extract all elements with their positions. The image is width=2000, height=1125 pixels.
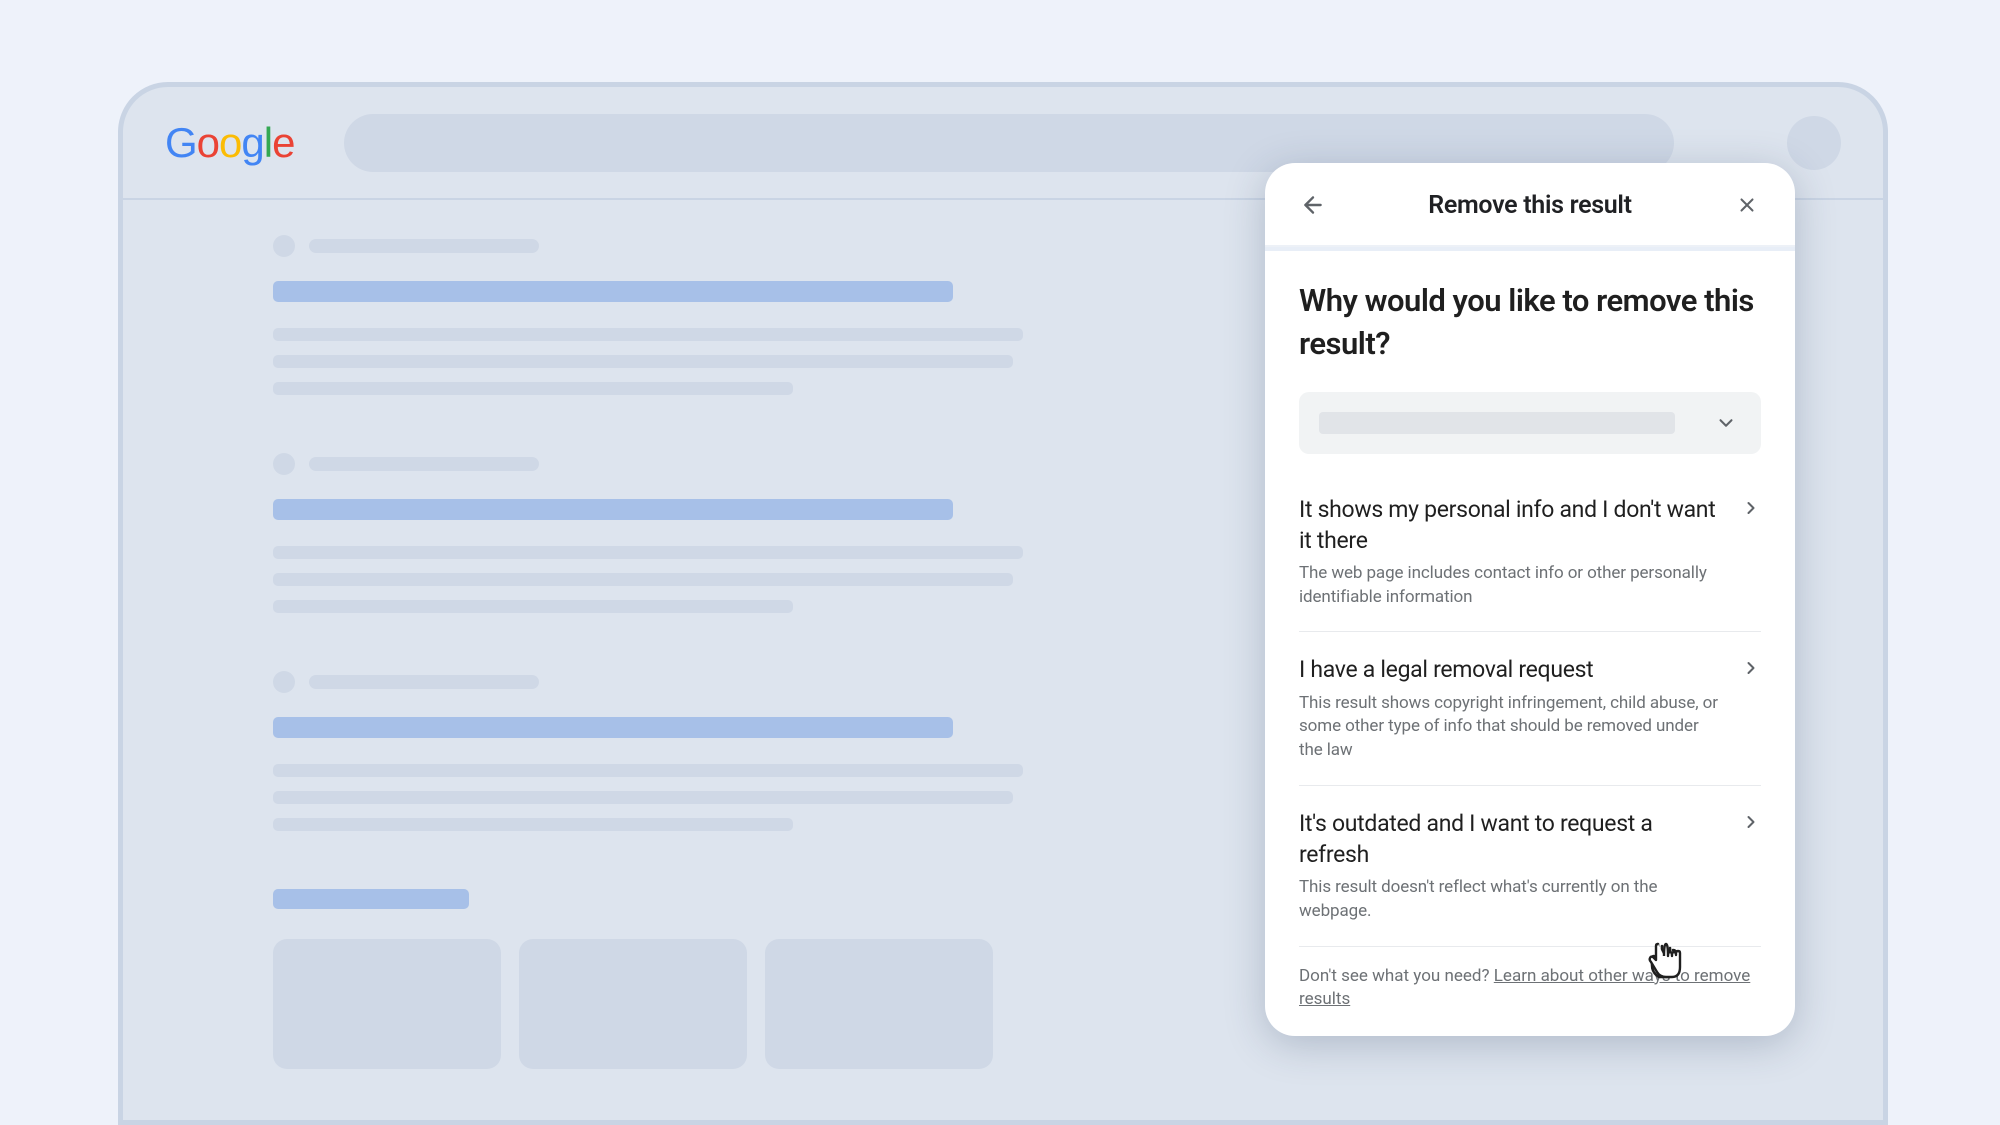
- chevron-right-icon: [1741, 658, 1761, 678]
- dialog-footer: Don't see what you need? Learn about oth…: [1299, 947, 1761, 1013]
- back-button[interactable]: [1295, 187, 1331, 223]
- chevron-down-icon: [1715, 412, 1737, 434]
- arrow-left-icon: [1300, 192, 1326, 218]
- option-personal-info[interactable]: It shows my personal info and I don't wa…: [1299, 472, 1761, 633]
- google-logo: Google: [165, 119, 294, 167]
- option-title: I have a legal removal request: [1299, 654, 1721, 685]
- close-icon: [1736, 194, 1758, 216]
- dialog-header: Remove this result: [1265, 163, 1795, 247]
- chevron-right-icon: [1741, 498, 1761, 518]
- option-description: The web page includes contact info or ot…: [1299, 562, 1721, 610]
- avatar[interactable]: [1787, 116, 1841, 170]
- dropdown-placeholder: [1319, 412, 1675, 434]
- chevron-right-icon: [1741, 812, 1761, 832]
- option-outdated[interactable]: It's outdated and I want to request a re…: [1299, 786, 1761, 947]
- option-legal-request[interactable]: I have a legal removal request This resu…: [1299, 632, 1761, 785]
- option-description: This result doesn't reflect what's curre…: [1299, 876, 1721, 924]
- option-title: It's outdated and I want to request a re…: [1299, 808, 1721, 870]
- dialog-question: Why would you like to remove this result…: [1299, 279, 1761, 366]
- reason-dropdown[interactable]: [1299, 392, 1761, 454]
- dialog-body: Why would you like to remove this result…: [1265, 251, 1795, 1036]
- close-button[interactable]: [1729, 187, 1765, 223]
- option-description: This result shows copyright infringement…: [1299, 692, 1721, 763]
- dialog-title: Remove this result: [1428, 191, 1631, 220]
- remove-result-dialog: Remove this result Why would you like to…: [1265, 163, 1795, 1036]
- option-title: It shows my personal info and I don't wa…: [1299, 494, 1721, 556]
